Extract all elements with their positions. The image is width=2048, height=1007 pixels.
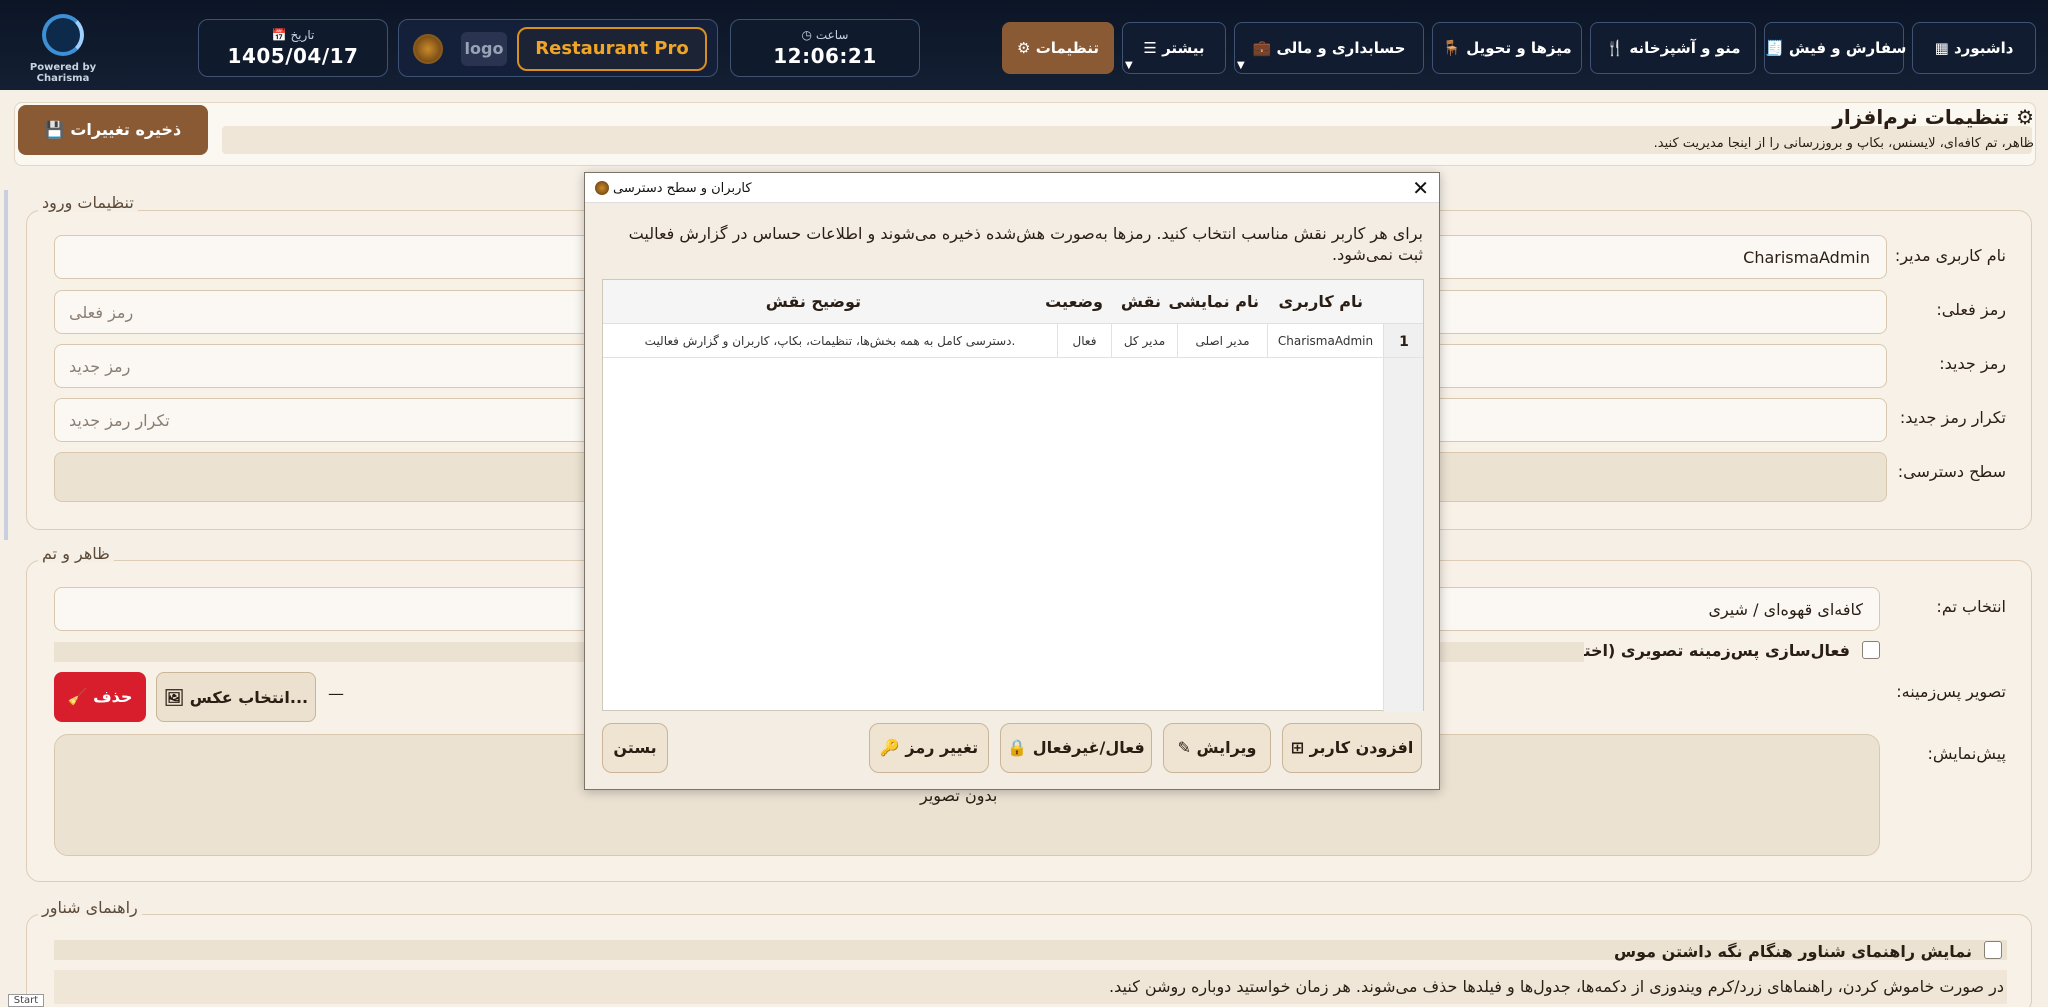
lock-icon: 🔒 <box>1007 738 1028 757</box>
cell-role: مدیر کل <box>1111 324 1177 358</box>
col-status[interactable]: وضعیت <box>1045 292 1103 311</box>
nav-orders-button[interactable]: 🧾 سفارش و فیش <box>1764 22 1906 74</box>
theme-select-label: انتخاب تم: <box>1936 597 2006 616</box>
date-label: تاریخ <box>290 28 315 42</box>
nav-tables-button[interactable]: 🪑 میزها و تحویل <box>1432 22 1582 74</box>
nav-settings-button[interactable]: ⚙ تنظیمات <box>1002 22 1114 74</box>
floppy-icon: 💾 <box>44 120 65 139</box>
current-password-label: رمز فعلی: <box>1936 300 2006 319</box>
theme-title: ظاهر و تم <box>38 544 114 563</box>
powered-by: Powered by Charisma <box>29 62 97 84</box>
scroll-accent <box>4 190 8 540</box>
image-icon: 🖼 <box>163 688 185 707</box>
product-name-button[interactable]: Restaurant Pro <box>517 27 707 71</box>
table-header: نام کاربری نام نمایشی نقش وضعیت توضیح نق… <box>603 280 1423 324</box>
time-display: ◷ ساعت 12:06:21 <box>730 19 920 77</box>
col-role-desc[interactable]: توضیح نقش <box>766 292 861 311</box>
tooltip-checkbox-label: نمایش راهنمای شناور هنگام نگه داشتن موس <box>1614 942 1972 961</box>
date-display: 📅 تاریخ 1405/04/17 <box>198 19 388 77</box>
key-icon: 🔑 <box>879 738 900 757</box>
broom-icon: 🧹 <box>67 687 88 706</box>
dialog-titlebar: کاربران و سطح دسترسی ✕ <box>585 173 1439 203</box>
gear-icon: ⚙ <box>2016 105 2034 129</box>
save-changes-button[interactable]: 💾 ذخیره تغییرات <box>18 105 208 155</box>
close-icon[interactable]: ✕ <box>1412 176 1429 200</box>
receipt-icon: 🧾 <box>1765 39 1784 57</box>
users-dialog: کاربران و سطح دسترسی ✕ برای هر کاربر نقش… <box>584 172 1440 790</box>
top-bar: Powered by Charisma 📅 تاریخ 1405/04/17 l… <box>0 0 2048 90</box>
col-username[interactable]: نام کاربری <box>1279 292 1363 311</box>
new-password-label: رمز جدید: <box>1939 354 2006 373</box>
col-display-name[interactable]: نام نمایشی <box>1168 292 1259 311</box>
toggle-active-button[interactable]: 🔒 فعال/غیرفعال <box>1000 723 1152 773</box>
row-header-column: 1 <box>1383 324 1423 712</box>
users-table: نام کاربری نام نمایشی نقش وضعیت توضیح نق… <box>602 279 1424 712</box>
pencil-icon: ✎ <box>1177 738 1191 757</box>
add-user-button[interactable]: ⊞ افزودن کاربر <box>1282 723 1422 773</box>
calendar-icon: 📅 <box>271 28 287 42</box>
cell-status: فعال <box>1057 324 1111 358</box>
brand: Powered by Charisma <box>8 14 118 84</box>
pick-image-button[interactable]: 🖼 انتخاب عکس... <box>156 672 316 722</box>
bg-image-checkbox-label: فعال‌سازی پس‌زمینه تصویری (اختیاری) <box>1540 641 1850 660</box>
nav-menu-kitchen-button[interactable]: 🍴 منو و آشپزخانه <box>1590 22 1756 74</box>
briefcase-icon: 💼 <box>1252 39 1272 57</box>
time-value: 12:06:21 <box>773 44 877 68</box>
logo-placeholder: logo <box>461 32 507 66</box>
bg-image-path: — <box>328 684 344 703</box>
nav-dashboard-button[interactable]: ▦ داشبورد <box>1912 22 2036 74</box>
close-button[interactable]: بستن <box>602 723 668 773</box>
edit-button[interactable]: ✎ ویرایش <box>1163 723 1271 773</box>
nav-accounting-button[interactable]: 💼 حسابداری و مالی ▼ <box>1234 22 1424 74</box>
cutlery-icon: 🍴 <box>1605 39 1625 57</box>
menu-icon: ☰ <box>1143 39 1157 57</box>
delete-image-button[interactable]: 🧹 حذف <box>54 672 146 722</box>
bg-image-checkbox[interactable] <box>1862 641 1880 659</box>
tooltip-description: در صورت خاموش کردن، راهنماهای زرد/کرم وی… <box>1109 977 2004 996</box>
table-row[interactable]: CharismaAdmin مدیر اصلی مدیر کل فعال دست… <box>603 324 1423 358</box>
logo-area: logo Restaurant Pro <box>398 19 718 77</box>
table-icon: 🪑 <box>1442 39 1462 57</box>
tooltip-title: راهنمای شناور <box>38 898 142 917</box>
cell-display-name: مدیر اصلی <box>1177 324 1267 358</box>
preview-label: پیش‌نمایش: <box>1927 744 2007 763</box>
dialog-description: برای هر کاربر نقش مناسب انتخاب کنید. رمز… <box>628 224 1423 264</box>
page-subtitle: ظاهر، تم کافه‌ای، لایسنس، بکاپ و بروزرسا… <box>1653 136 2034 151</box>
repeat-password-label: تکرار رمز جدید: <box>1899 408 2006 427</box>
cell-username: CharismaAdmin <box>1267 324 1383 358</box>
change-password-button[interactable]: 🔑 تغییر رمز <box>869 723 989 773</box>
clock-icon: ◷ <box>801 28 812 42</box>
gear-icon: ⚙ <box>1017 39 1031 57</box>
cell-role-desc: دسترسی کامل به همه بخش‌ها، تنظیمات، بکاپ… <box>644 334 1016 348</box>
charisma-logo-icon <box>42 14 84 56</box>
tooltip-checkbox[interactable] <box>1984 941 2002 959</box>
dropdown-arrow-icon: ▼ <box>1125 60 1133 71</box>
app-icon <box>595 181 609 195</box>
start-tab[interactable]: Start <box>8 994 44 1007</box>
admin-username-label: نام کاربری مدیر: <box>1894 246 2006 265</box>
date-value: 1405/04/17 <box>227 44 359 68</box>
nav-more-button[interactable]: ☰ بیشتر ▼ <box>1122 22 1226 74</box>
access-level-label: سطح دسترسی: <box>1897 462 2006 481</box>
dashboard-icon: ▦ <box>1934 39 1949 57</box>
dialog-title: کاربران و سطح دسترسی <box>613 181 752 196</box>
col-role[interactable]: نقش <box>1121 292 1161 311</box>
bg-image-label: تصویر پس‌زمینه: <box>1896 682 2006 701</box>
dropdown-arrow-icon: ▼ <box>1237 60 1245 71</box>
login-settings-title: تنظیمات ورود <box>38 193 138 212</box>
add-user-icon: ⊞ <box>1290 738 1305 757</box>
restaurant-emblem-icon <box>413 34 443 64</box>
time-label: ساعت <box>815 28 849 42</box>
page-title: ⚙ تنظیمات نرم‌افزار <box>1832 105 2034 129</box>
